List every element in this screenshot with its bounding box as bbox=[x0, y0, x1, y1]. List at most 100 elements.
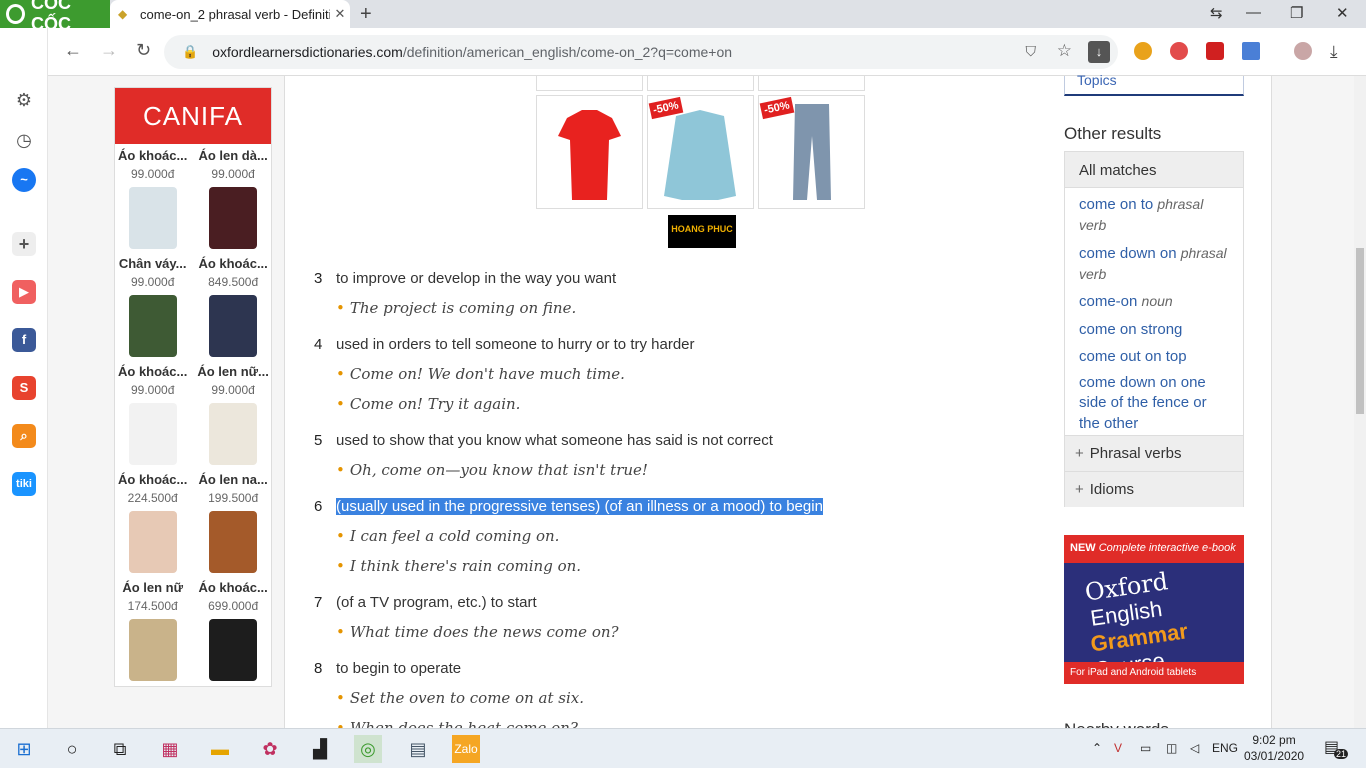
volume-icon[interactable]: ◁ bbox=[1190, 741, 1199, 755]
ad-product-item[interactable]: Áo khoác... 699.000đ bbox=[194, 576, 271, 684]
other-result-link[interactable]: come down on phrasal verb bbox=[1079, 243, 1229, 285]
tab-search-icon[interactable]: ⇆ bbox=[1210, 4, 1223, 22]
ad-product-jacket[interactable]: -50% bbox=[647, 95, 754, 209]
toolbar: ▣ ← → ↻ 🔒 oxfordlearnersdictionaries.com… bbox=[0, 28, 1366, 76]
other-result-link[interactable]: come on strong bbox=[1079, 319, 1229, 340]
battery-icon[interactable]: ▭ bbox=[1140, 741, 1151, 755]
messenger-icon[interactable]: ~ bbox=[12, 168, 36, 192]
all-matches-header[interactable]: All matches bbox=[1065, 152, 1243, 188]
add-icon[interactable]: + bbox=[12, 232, 36, 256]
result-text: come down on one side of the fence or th… bbox=[1079, 374, 1207, 432]
address-bar[interactable]: 🔒 oxfordlearnersdictionaries.com/definit… bbox=[164, 35, 1118, 69]
sense-number: 3 bbox=[314, 270, 323, 287]
notes-icon[interactable]: ▟ bbox=[306, 735, 334, 763]
ad-product-item[interactable]: Áo khoác... 224.500đ bbox=[115, 468, 190, 576]
shopee-icon[interactable]: S bbox=[12, 376, 36, 400]
profile-avatar[interactable] bbox=[1294, 42, 1312, 60]
task-view-icon[interactable]: ⧉ bbox=[106, 735, 134, 763]
plus-icon: + bbox=[1075, 481, 1084, 498]
close-tab-icon[interactable]: ✕ bbox=[330, 6, 350, 22]
file-explorer-icon[interactable]: ▬ bbox=[206, 735, 234, 763]
ad-product-item[interactable]: Áo len nữ 174.500đ bbox=[115, 576, 190, 684]
sense-definition: (of a TV program, etc.) to start bbox=[336, 594, 537, 611]
tray-app-icon[interactable]: V bbox=[1114, 741, 1122, 755]
oxford-grammar-ad[interactable]: NEW Complete interactive e-book Oxford E… bbox=[1064, 535, 1244, 684]
other-result-link[interactable]: come on to phrasal verb bbox=[1079, 194, 1229, 236]
example-text: Set the oven to come on at six. bbox=[349, 689, 584, 707]
clock[interactable]: 9:02 pm 03/01/2020 bbox=[1244, 732, 1304, 764]
bullet-icon: • bbox=[336, 623, 345, 641]
topics-link[interactable]: Topics bbox=[1064, 73, 1244, 96]
shield-icon[interactable]: ⛉ bbox=[1026, 43, 1037, 60]
windows-start-icon[interactable]: ⊞ bbox=[10, 735, 38, 763]
extension-icon[interactable] bbox=[1206, 42, 1224, 60]
phrasal-verbs-accordion[interactable]: + Phrasal verbs bbox=[1065, 435, 1243, 471]
settings-icon[interactable]: ⚙ bbox=[12, 88, 36, 112]
sense-number: 5 bbox=[314, 432, 323, 449]
example-sentence: • The project is coming on fine. bbox=[336, 299, 576, 317]
url-domain: oxfordlearnersdictionaries.com bbox=[212, 44, 403, 60]
other-result-link[interactable]: come-on noun bbox=[1079, 291, 1229, 312]
ad-product-partial[interactable] bbox=[758, 76, 865, 91]
tray-chevron-icon[interactable]: ⌃ bbox=[1092, 741, 1102, 755]
new-tab-icon[interactable]: + bbox=[360, 3, 372, 26]
ad-product-partial[interactable] bbox=[647, 76, 754, 91]
idioms-accordion[interactable]: + Idioms bbox=[1065, 471, 1243, 507]
tiki-icon[interactable]: tiki bbox=[12, 472, 36, 496]
forward-icon[interactable]: → bbox=[100, 40, 118, 61]
scrollbar[interactable] bbox=[1354, 76, 1366, 728]
history-icon[interactable]: ◷ bbox=[12, 128, 36, 152]
ad-product-item[interactable]: Áo len dà... 99.000đ bbox=[194, 144, 271, 252]
ad-product-item[interactable]: Áo khoác... 849.500đ bbox=[194, 252, 271, 360]
minimize-icon[interactable]: — bbox=[1246, 4, 1261, 21]
other-result-link[interactable]: come down on one side of the fence or th… bbox=[1079, 373, 1229, 434]
app-icon[interactable]: ✿ bbox=[256, 735, 284, 763]
ad-product-item[interactable]: Chân váy... 99.000đ bbox=[115, 252, 190, 360]
reload-icon[interactable]: ↻ bbox=[136, 40, 151, 61]
app-icon[interactable]: ▦ bbox=[156, 735, 184, 763]
ad-product-item[interactable]: Áo len nữ... 99.000đ bbox=[194, 360, 271, 468]
ad-product-name: Áo khoác... bbox=[198, 580, 268, 595]
restore-icon[interactable]: ❐ bbox=[1290, 4, 1303, 22]
youtube-icon[interactable]: ▶ bbox=[12, 280, 36, 304]
hoang-phuc-logo[interactable]: HOANG PHUC bbox=[668, 215, 736, 248]
other-result-link[interactable]: come out on top bbox=[1079, 346, 1229, 367]
network-icon[interactable]: ◫ bbox=[1166, 741, 1177, 755]
downloads-icon[interactable]: ⤓ bbox=[1330, 42, 1348, 61]
close-window-icon[interactable]: ✕ bbox=[1336, 4, 1349, 22]
ad-product-price: 99.000đ bbox=[211, 167, 255, 181]
adblock-icon[interactable] bbox=[1170, 42, 1188, 60]
ad-product-name: Áo khoác... bbox=[118, 472, 188, 487]
extension-icon[interactable] bbox=[1242, 42, 1260, 60]
ad-product-item[interactable]: Áo len na... 199.500đ bbox=[194, 468, 271, 576]
example-text: Come on! We don't have much time. bbox=[349, 365, 625, 383]
coccoc-logo[interactable]: CỐC CỐC bbox=[0, 0, 110, 34]
facebook-icon[interactable]: f bbox=[12, 328, 36, 352]
example-sentence: • I can feel a cold coming on. bbox=[336, 527, 559, 545]
zalo-icon[interactable]: Zalo bbox=[452, 735, 480, 763]
bookmark-star-icon[interactable]: ☆ bbox=[1057, 41, 1072, 61]
ad-product-item[interactable]: Áo khoác... 99.000đ bbox=[115, 144, 190, 252]
ad-product-polo[interactable] bbox=[536, 95, 643, 209]
canifa-logo[interactable]: CANIFA bbox=[115, 88, 271, 144]
bullet-icon: • bbox=[336, 689, 345, 707]
lock-icon[interactable]: 🔒 bbox=[182, 44, 198, 60]
download-page-icon[interactable]: ↓ bbox=[1088, 41, 1110, 63]
search-circle-icon[interactable]: ○ bbox=[58, 735, 86, 763]
language-indicator[interactable]: ENG bbox=[1212, 741, 1238, 755]
topics-label: Topics bbox=[1077, 72, 1117, 88]
browser-tab[interactable]: ◆ come-on_2 phrasal verb - Definitio ✕ bbox=[110, 0, 350, 28]
app-icon[interactable]: ▤ bbox=[404, 735, 432, 763]
search-icon[interactable]: ⌕ bbox=[12, 424, 36, 448]
back-icon[interactable]: ← bbox=[64, 40, 82, 61]
ad-product-image bbox=[209, 511, 258, 573]
extension-icon[interactable] bbox=[1134, 42, 1152, 60]
ad-product-name: Áo len dà... bbox=[198, 148, 268, 163]
canifa-ad[interactable]: CANIFA Áo khoác... 99.000đ Áo len dà... … bbox=[114, 87, 272, 687]
ad-product-jeans[interactable]: -50% bbox=[758, 95, 865, 209]
ad-product-item[interactable]: Áo khoác... 99.000đ bbox=[115, 360, 190, 468]
ad-product-image bbox=[209, 187, 258, 249]
ad-product-partial[interactable] bbox=[536, 76, 643, 91]
scrollbar-thumb[interactable] bbox=[1356, 248, 1364, 414]
coccoc-taskbar-icon[interactable]: ◎ bbox=[354, 735, 382, 763]
